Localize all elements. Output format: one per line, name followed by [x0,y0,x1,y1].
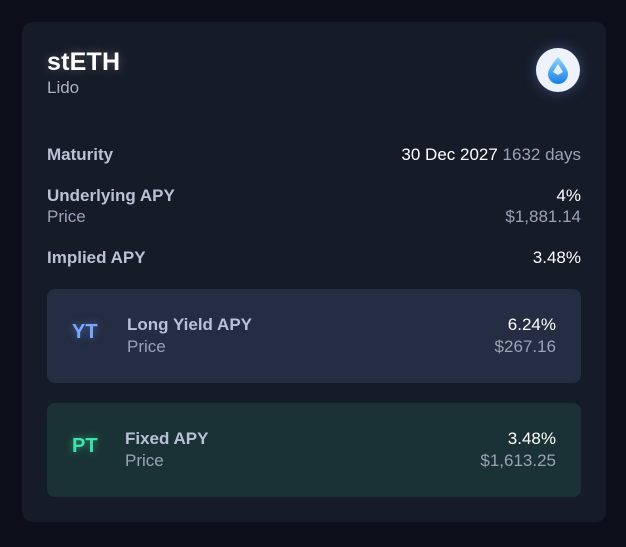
yt-apy-label: Long Yield APY [127,315,252,334]
underlying-price-label: Price [47,207,86,226]
underlying-apy-label: Underlying APY [47,186,175,205]
implied-apy-label: Implied APY [47,248,146,267]
pt-apy-label: Fixed APY [125,429,209,448]
underlying-price-value: $1,881.14 [505,207,581,226]
maturity-label: Maturity [47,145,114,164]
pt-price-value: $1,613.25 [480,451,556,470]
pt-price-label: Price [125,451,164,470]
pt-apy-value: 3.48% [507,429,556,448]
yt-price-label: Price [127,337,166,356]
asset-protocol: Lido [47,78,80,97]
market-card: stETH Lido Maturity 30 Dec 2027 1632 day… [22,22,606,522]
yt-apy-value: 6.24% [507,315,556,334]
yt-price-value: $267.16 [494,337,556,356]
implied-apy-value: 3.48% [532,248,581,267]
yt-badge: YT [72,321,98,343]
asset-name: stETH [47,48,121,76]
pt-badge: PT [72,435,98,457]
pt-option-card[interactable]: PT Fixed APY Price 3.48% $1,613.25 [47,403,581,497]
underlying-apy-value: 4% [556,186,581,205]
yt-option-card[interactable]: YT Long Yield APY Price 6.24% $267.16 [47,289,581,383]
maturity-date: 30 Dec 2027 [401,145,498,164]
maturity-days: 1632 days [502,145,581,164]
maturity-value: 30 Dec 2027 1632 days [401,145,581,165]
lido-drop-icon [536,48,580,92]
